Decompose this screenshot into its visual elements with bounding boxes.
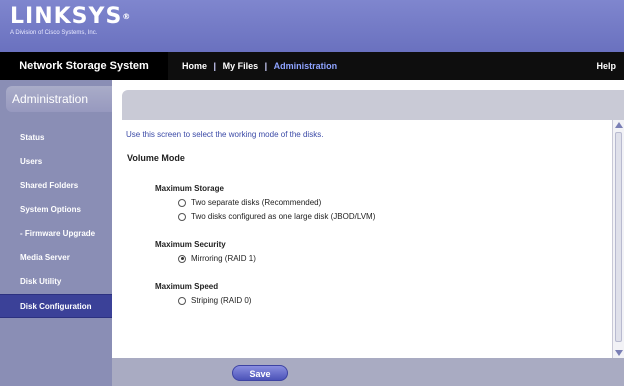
logo-tagline: A Division of Cisco Systems, Inc. bbox=[10, 30, 98, 36]
content-panel: Use this screen to select the working mo… bbox=[122, 120, 612, 358]
radio-option-striping[interactable]: Striping (RAID 0) bbox=[178, 296, 251, 305]
radio-option-mirroring[interactable]: Mirroring (RAID 1) bbox=[178, 254, 256, 263]
radio-button[interactable] bbox=[178, 198, 186, 207]
group-title-maximum-speed: Maximum Speed bbox=[155, 282, 219, 291]
footer-bar: Save bbox=[112, 358, 624, 386]
group-title-maximum-storage: Maximum Storage bbox=[155, 184, 224, 193]
group-title-maximum-security: Maximum Security bbox=[155, 240, 226, 249]
intro-text: Use this screen to select the working mo… bbox=[126, 130, 324, 139]
sidebar: Administration Status Users Shared Folde… bbox=[0, 80, 112, 386]
sidebar-heading: Administration bbox=[6, 86, 112, 112]
radio-option-jbod-lvm[interactable]: Two disks configured as one large disk (… bbox=[178, 212, 375, 221]
radio-label: Mirroring (RAID 1) bbox=[191, 254, 256, 263]
top-nav-bar: Network Storage System Home | My Files |… bbox=[0, 52, 624, 80]
section-title: Volume Mode bbox=[127, 153, 185, 163]
content-header bbox=[112, 80, 624, 120]
sidebar-item-users[interactable]: Users bbox=[0, 150, 112, 174]
sidebar-menu: Status Users Shared Folders System Optio… bbox=[0, 126, 112, 318]
radio-button-selected[interactable] bbox=[178, 254, 186, 263]
nav-links: Home | My Files | Administration bbox=[182, 52, 337, 80]
sidebar-item-firmware-upgrade[interactable]: - Firmware Upgrade bbox=[0, 222, 112, 246]
sidebar-item-system-options[interactable]: System Options bbox=[0, 198, 112, 222]
nav-link-help[interactable]: Help bbox=[596, 52, 616, 80]
product-name: Network Storage System bbox=[0, 52, 168, 80]
sidebar-item-shared-folders[interactable]: Shared Folders bbox=[0, 174, 112, 198]
radio-option-separate-disks[interactable]: Two separate disks (Recommended) bbox=[178, 198, 321, 207]
nav-link-home[interactable]: Home bbox=[182, 52, 207, 80]
logo-text: LINKSYS bbox=[10, 4, 123, 29]
content-header-bar bbox=[122, 90, 624, 120]
sidebar-item-disk-utility[interactable]: Disk Utility bbox=[0, 270, 112, 294]
scroll-down-arrow-icon[interactable] bbox=[615, 350, 623, 356]
radio-button[interactable] bbox=[178, 296, 186, 305]
nav-separator: | bbox=[264, 61, 268, 71]
header-banner: LINKSYS® A Division of Cisco Systems, In… bbox=[0, 0, 624, 52]
linksys-logo: LINKSYS® A Division of Cisco Systems, In… bbox=[10, 4, 132, 37]
radio-label: Two disks configured as one large disk (… bbox=[191, 212, 376, 221]
radio-label: Two separate disks (Recommended) bbox=[191, 198, 322, 207]
nav-link-my-files[interactable]: My Files bbox=[223, 52, 259, 80]
radio-button[interactable] bbox=[178, 212, 186, 221]
logo-registered-mark: ® bbox=[122, 12, 132, 21]
nav-separator: | bbox=[213, 61, 217, 71]
save-button[interactable]: Save bbox=[232, 365, 288, 381]
radio-label: Striping (RAID 0) bbox=[191, 296, 252, 305]
content-scrollbar[interactable] bbox=[612, 120, 624, 358]
nav-link-administration[interactable]: Administration bbox=[274, 52, 338, 80]
sidebar-item-disk-configuration[interactable]: Disk Configuration bbox=[0, 294, 112, 318]
sidebar-item-status[interactable]: Status bbox=[0, 126, 112, 150]
sidebar-item-media-server[interactable]: Media Server bbox=[0, 246, 112, 270]
scroll-thumb[interactable] bbox=[615, 132, 622, 342]
scroll-up-arrow-icon[interactable] bbox=[615, 122, 623, 128]
